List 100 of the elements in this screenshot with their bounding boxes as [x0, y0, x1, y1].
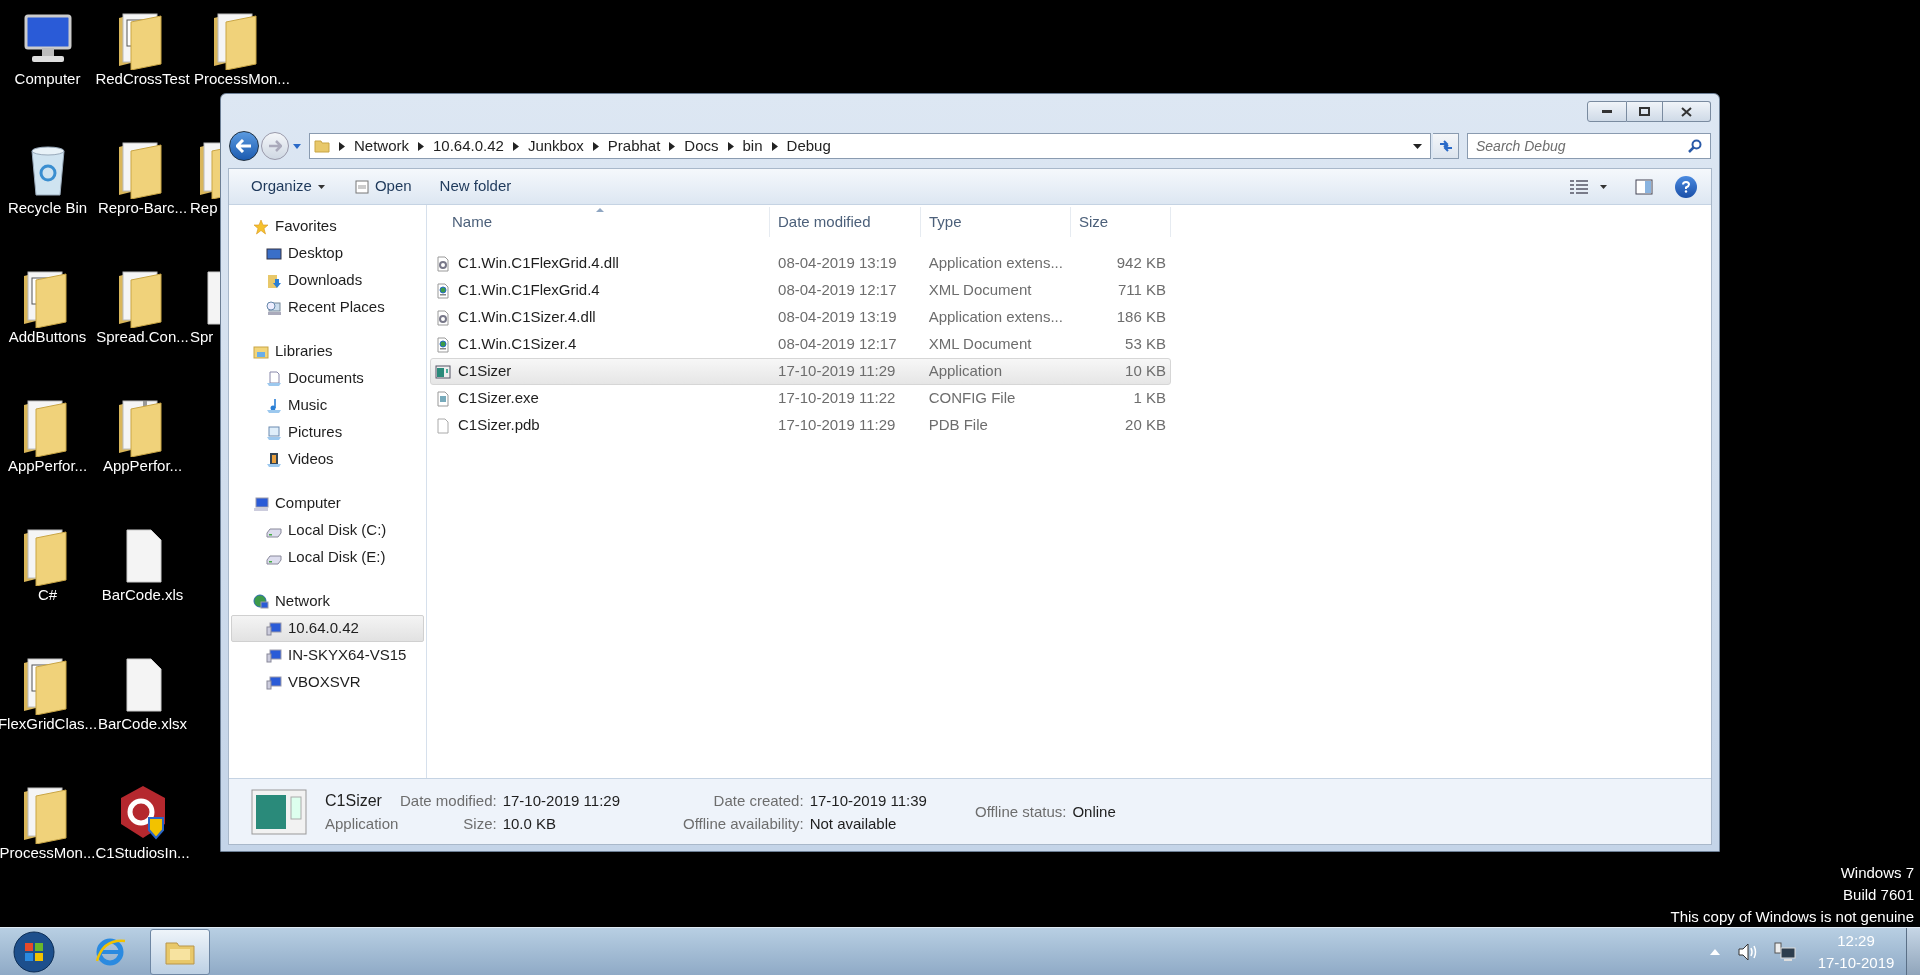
- file-row[interactable]: C1.Win.C1Sizer.4 08-04-2019 12:17 XML Document 53 KB: [430, 331, 1171, 358]
- address-bar[interactable]: Network 10.64.0.42 Junkbox Prabhat Docs bin Debug: [309, 133, 1431, 159]
- help-icon: [1682, 180, 1690, 193]
- nav-item[interactable]: VBOXSVR: [231, 669, 424, 696]
- type-cell-text: CONFIG File: [927, 388, 1017, 409]
- nav-item[interactable]: Documents: [231, 365, 424, 392]
- breadcrumb-item[interactable]: bin: [742, 134, 763, 158]
- start-orb-icon: [13, 930, 55, 973]
- refresh-icon: [1437, 140, 1454, 152]
- network-icon[interactable]: [1774, 941, 1796, 962]
- type-cell-text: XML Document: [927, 280, 1033, 301]
- open-button[interactable]: Open: [348, 172, 418, 201]
- organize-button[interactable]: Organize: [245, 172, 331, 201]
- breadcrumb-item[interactable]: 10.64.0.42: [433, 134, 504, 158]
- size-cell-text: 10 KB: [1124, 361, 1167, 382]
- desktop-icon-label[interactable]: AppPerfor...: [7, 457, 88, 476]
- file-row[interactable]: C1Sizer.exe 17-10-2019 11:22 CONFIG File 1 KB: [430, 385, 1171, 412]
- type-cell-text: Application: [927, 361, 1004, 382]
- breadcrumb-item[interactable]: Prabhat: [607, 134, 661, 158]
- nav-item[interactable]: Local Disk (C:): [231, 517, 424, 544]
- desktop-icon-label[interactable]: FlexGridClas...: [0, 715, 98, 734]
- details-label: Date modified:: [398, 790, 497, 811]
- type-cell-text: XML Document: [927, 334, 1033, 355]
- caret-icon[interactable]: [1413, 143, 1422, 149]
- desktop-icon-label[interactable]: BarCode.xlsx: [97, 715, 188, 734]
- desktop-icon-label[interactable]: C1StudiosIn...: [95, 844, 190, 863]
- desktop-icon-label[interactable]: Spr: [190, 328, 214, 347]
- size-cell-text: 711 KB: [1116, 280, 1167, 301]
- file-row[interactable]: C1Sizer 17-10-2019 11:29 Application 10 KB: [430, 358, 1171, 385]
- desktop-icon-label[interactable]: BarCode.xls: [101, 586, 184, 605]
- up-arrow-icon: [1710, 948, 1720, 955]
- desktop-icon-label[interactable]: Computer: [14, 70, 81, 89]
- desktop-icon-label[interactable]: Spread.Con...: [96, 328, 189, 347]
- start-button[interactable]: [10, 929, 58, 974]
- nav-item[interactable]: Pictures: [231, 419, 424, 446]
- desktop-icon-label[interactable]: C#: [37, 586, 58, 605]
- nav-group-label[interactable]: Favorites: [275, 215, 337, 238]
- breadcrumb-item[interactable]: Network: [354, 134, 409, 158]
- caret-icon: [1600, 184, 1607, 189]
- close-button[interactable]: [1663, 101, 1711, 122]
- file-row[interactable]: C1Sizer.pdb 17-10-2019 11:29 PDB File 20 KB: [430, 412, 1171, 439]
- desktop-icon-label[interactable]: ProcessMon...: [190, 70, 290, 89]
- nav-group-label[interactable]: Computer: [275, 492, 341, 515]
- desktop-icon-label[interactable]: Rep: [190, 199, 218, 218]
- desktop-icon-label[interactable]: Recycle Bin: [7, 199, 88, 218]
- breadcrumb-item[interactable]: Debug: [786, 134, 831, 158]
- nav-group-header[interactable]: Computer: [229, 490, 426, 517]
- nav-group-header[interactable]: Libraries: [229, 338, 426, 365]
- nav-item[interactable]: Desktop: [231, 240, 424, 267]
- desktop-icon-label[interactable]: AppPerfor...: [102, 457, 183, 476]
- show-desktop-button[interactable]: [1906, 927, 1920, 975]
- back-button[interactable]: [229, 131, 259, 161]
- size-cell-text: 1 KB: [1132, 388, 1167, 409]
- search-input[interactable]: Search Debug: [1476, 135, 1688, 157]
- nav-group-label[interactable]: Network: [275, 590, 330, 613]
- nav-item[interactable]: Local Disk (E:): [231, 544, 424, 571]
- column-header[interactable]: Date modified: [770, 207, 921, 237]
- file-row[interactable]: C1.Win.C1FlexGrid.4 08-04-2019 12:17 XML Document 711 KB: [430, 277, 1171, 304]
- maximize-button[interactable]: [1627, 101, 1663, 122]
- nav-group-header[interactable]: Favorites: [229, 213, 426, 240]
- library-icon: [253, 343, 269, 360]
- search-icon: [1688, 139, 1702, 153]
- column-header[interactable]: Size: [1071, 207, 1171, 237]
- breadcrumb-arrow-icon: [339, 141, 345, 151]
- file-row[interactable]: C1.Win.C1FlexGrid.4.dll 08-04-2019 13:19 Application extens... 942 KB: [430, 250, 1171, 277]
- clock-time: 12:29: [1837, 930, 1875, 951]
- picture-icon: [266, 424, 282, 441]
- minimize-button[interactable]: [1587, 101, 1627, 122]
- file-row[interactable]: C1.Win.C1Sizer.4.dll 08-04-2019 13:19 Application extens... 186 KB: [430, 304, 1171, 331]
- desktop-icon-label[interactable]: AddButtons: [8, 328, 87, 347]
- details-value: 17-10-2019 11:29: [502, 790, 621, 811]
- desktop-icon: [266, 245, 282, 262]
- new-folder-button[interactable]: New folder: [433, 172, 518, 201]
- date-modified-cell-text: 08-04-2019 13:19: [777, 307, 898, 328]
- details-file-type: Application: [325, 813, 400, 834]
- caret-icon: [317, 184, 325, 189]
- desktop-icon-label[interactable]: ProcessMon...: [0, 844, 96, 863]
- refresh-button[interactable]: [1433, 133, 1459, 159]
- breadcrumb-item[interactable]: Junkbox: [527, 134, 584, 158]
- nav-item[interactable]: IN-SKYX64-VS15: [231, 642, 424, 669]
- search-field[interactable]: Search Debug: [1467, 133, 1711, 159]
- nav-group-header[interactable]: Network: [229, 588, 426, 615]
- nav-item[interactable]: Videos: [231, 446, 424, 473]
- nav-item[interactable]: Downloads: [231, 267, 424, 294]
- nav-item[interactable]: 10.64.0.42: [231, 615, 424, 642]
- help-button[interactable]: [1675, 175, 1697, 198]
- desktop-icon-label[interactable]: RedCrossTest: [95, 70, 190, 89]
- column-header[interactable]: Name: [430, 207, 770, 237]
- nav-item[interactable]: Recent Places: [231, 294, 424, 321]
- download-folder-icon: [266, 272, 282, 289]
- details-value: Not available: [809, 813, 898, 834]
- nav-group-label[interactable]: Libraries: [275, 340, 333, 363]
- computer-icon: [266, 674, 282, 691]
- desktop-icon-label[interactable]: Repro-Barc...: [97, 199, 188, 218]
- forward-arrow-icon: [268, 140, 282, 152]
- taskbar-app-button[interactable]: [150, 928, 210, 975]
- xml-file-icon: [435, 336, 451, 353]
- breadcrumb-item[interactable]: Docs: [684, 134, 719, 158]
- nav-item[interactable]: Music: [231, 392, 424, 419]
- column-header[interactable]: Type: [921, 207, 1071, 237]
